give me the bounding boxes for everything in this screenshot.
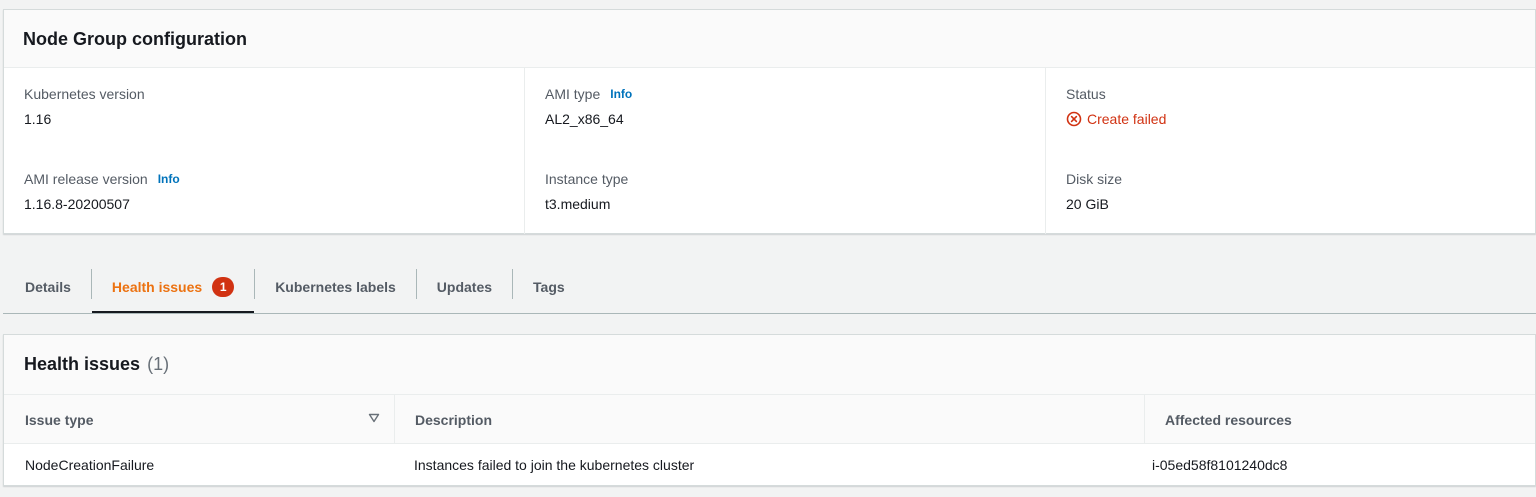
health-issues-count: (1) [147,354,170,374]
tab-kubernetes-labels-label: Kubernetes labels [275,279,396,295]
ami-release-version-value: 1.16.8-20200507 [24,196,130,212]
config-panel-title: Node Group configuration [23,29,247,49]
config-column-3: Status Create failed Disk size 20 GiB [1045,68,1535,234]
tab-health-issues-label: Health issues [111,278,203,295]
config-panel-header: Node Group configuration [4,10,1535,68]
table-row: NodeCreationFailure Instances failed to … [4,444,1535,485]
table-header-row: Issue type Description Affected resource… [4,395,1535,444]
tab-bar: Details Health issues 1 Kubernetes label… [3,262,1536,314]
column-header-description-label: Description [415,411,493,428]
health-issues-title-text: Health issues [24,354,141,374]
status-field: Status Create failed [1066,85,1166,128]
tab-kubernetes-labels[interactable]: Kubernetes labels [255,262,416,312]
cell-affected-resources[interactable]: i-05ed58f8101240dc8 [1152,444,1287,485]
error-circle-icon [1066,111,1082,127]
ami-release-version-info-link[interactable]: Info [158,170,180,188]
tab-tags[interactable]: Tags [513,262,585,312]
health-issues-title: Health issues (1) [24,354,1535,375]
health-issues-header: Health issues (1) [4,335,1535,395]
tab-details[interactable]: Details [3,262,91,312]
tab-updates[interactable]: Updates [417,262,512,312]
ami-type-field: AMI type Info AL2_x86_64 [545,85,632,128]
status-value: Create failed [1066,110,1166,128]
status-text: Create failed [1087,111,1167,127]
disk-size-value: 20 GiB [1066,196,1109,212]
column-header-description[interactable]: Description [394,395,1144,444]
node-group-configuration-panel: Node Group configuration Kubernetes vers… [3,9,1536,234]
column-header-issue-type[interactable]: Issue type [25,395,394,444]
kubernetes-version-field: Kubernetes version 1.16 [24,85,145,128]
disk-size-label: Disk size [1066,171,1123,187]
health-issues-table: Issue type Description Affected resource… [4,395,1535,485]
tab-tags-label: Tags [533,279,565,295]
kubernetes-version-value: 1.16 [24,111,52,127]
tab-health-issues[interactable]: Health issues 1 [91,262,255,313]
kubernetes-version-label: Kubernetes version [24,86,145,102]
disk-size-field: Disk size 20 GiB [1066,170,1122,213]
ami-type-label-row: AMI type Info [545,85,632,103]
tab-updates-label: Updates [436,279,493,295]
instance-type-field: Instance type t3.medium [545,170,628,213]
ami-release-version-label: AMI release version [24,171,148,187]
instance-type-label: Instance type [545,171,629,187]
sort-caret-down-icon[interactable] [368,413,380,423]
tab-details-label: Details [25,279,71,295]
cell-description: Instances failed to join the kubernetes … [414,456,695,473]
ami-type-label: AMI type [545,86,601,102]
cell-issue-type: NodeCreationFailure [25,456,155,473]
config-panel-body: Kubernetes version 1.16 AMI release vers… [4,68,1535,234]
ami-type-value: AL2_x86_64 [545,111,624,127]
column-header-affected-resources[interactable]: Affected resources [1144,395,1536,444]
health-issues-count-badge: 1 [212,276,235,297]
column-header-affected-resources-label: Affected resources [1165,411,1292,428]
config-column-1: Kubernetes version 1.16 AMI release vers… [4,68,524,234]
instance-type-value: t3.medium [545,196,611,212]
ami-release-version-label-row: AMI release version Info [24,170,180,188]
column-header-issue-type-label: Issue type [25,411,94,428]
status-label: Status [1066,86,1106,102]
ami-release-version-field: AMI release version Info 1.16.8-20200507 [24,170,180,213]
health-issues-panel: Health issues (1) Issue type Description… [3,334,1536,486]
ami-type-info-link[interactable]: Info [610,85,632,103]
config-column-2: AMI type Info AL2_x86_64 Instance type t… [524,68,1045,234]
